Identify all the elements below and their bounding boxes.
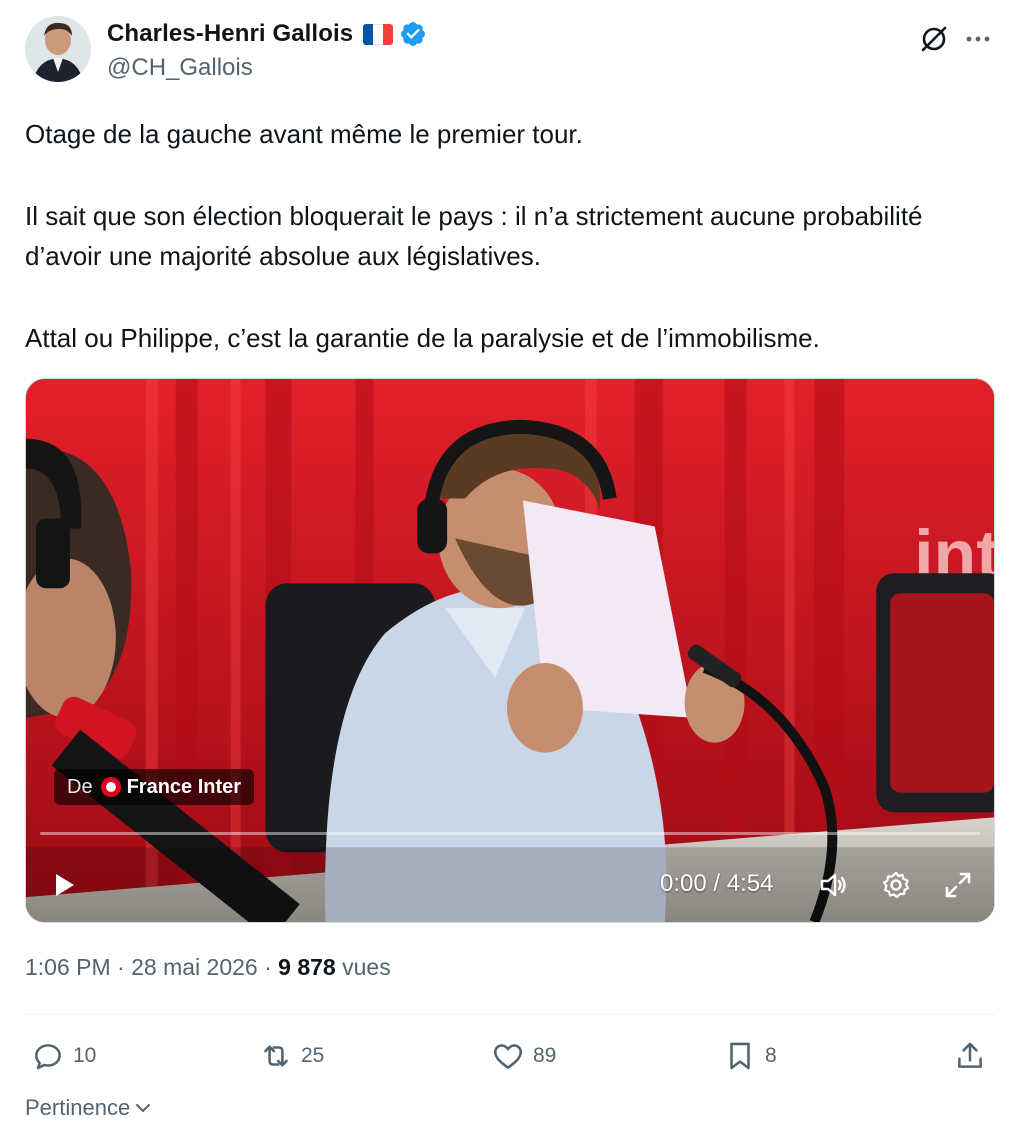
tweet-paragraph: Attal ou Philippe, c’est la garantie de … [25,323,820,353]
views-count: 9 878 [278,954,336,980]
tweet-text: Otage de la gauche avant même le premier… [25,114,985,358]
like-button[interactable]: 89 [491,1032,556,1080]
source-name: France Inter [126,775,242,798]
sort-label: Pertinence [25,1095,131,1120]
avatar[interactable] [25,16,91,82]
share-icon [958,1042,982,1068]
video-progress-bar[interactable] [40,832,980,835]
reply-count: 10 [73,1044,97,1067]
tweet-actions: 10 25 89 8 [25,1032,995,1080]
meta-separator: · [264,954,272,980]
video-frame: int [26,379,994,922]
reply-icon [35,1044,61,1070]
tweet-paragraph: Il sait que son élection bloquerait le p… [25,201,923,271]
author-handle[interactable]: @CH_Gallois [107,54,253,82]
tweet-date[interactable]: 28 mai 2026 [131,954,258,980]
fullscreen-icon[interactable] [942,869,974,901]
more-icon[interactable] [961,22,995,56]
tweet-meta: 1:06 PM · 28 mai 2026 · 9 878 vues [25,954,391,981]
verified-badge-icon [401,22,426,46]
replies-sort-dropdown[interactable]: Pertinence [25,1095,153,1121]
play-icon[interactable] [50,871,78,899]
like-count: 89 [533,1044,557,1067]
tweet-paragraph: Otage de la gauche avant même le premier… [25,119,583,149]
grok-icon[interactable] [917,22,951,56]
reply-button[interactable]: 10 [31,1032,96,1080]
author-name-row: Charles-Henri Gallois [107,19,427,49]
tweet-header: Charles-Henri Gallois @CH_Gallois [25,14,995,92]
settings-icon[interactable] [880,869,912,901]
bookmark-button[interactable]: 8 [723,1032,777,1080]
author-name[interactable]: Charles-Henri Gallois [107,20,353,48]
repost-icon [264,1045,288,1067]
share-button[interactable] [953,1032,987,1080]
bookmark-icon [730,1042,750,1070]
bookmark-count: 8 [765,1044,777,1067]
repost-button[interactable]: 25 [259,1032,324,1080]
views-label: vues [342,954,391,980]
heart-icon [493,1044,523,1069]
chevron-down-icon [136,1104,151,1112]
divider [25,1014,995,1015]
meta-separator: · [117,954,125,980]
french-flag-icon [363,23,394,45]
france-inter-logo-icon [100,777,121,797]
repost-count: 25 [301,1044,325,1067]
video-source-badge[interactable]: De France Inter [54,769,255,805]
volume-icon[interactable] [818,869,850,901]
video-player[interactable]: int De France Inter 0:00 / 4:54 [25,378,995,923]
video-time: 0:00 / 4:54 [660,870,774,897]
tweet-time[interactable]: 1:06 PM [25,954,111,980]
source-prefix: De [67,775,93,798]
